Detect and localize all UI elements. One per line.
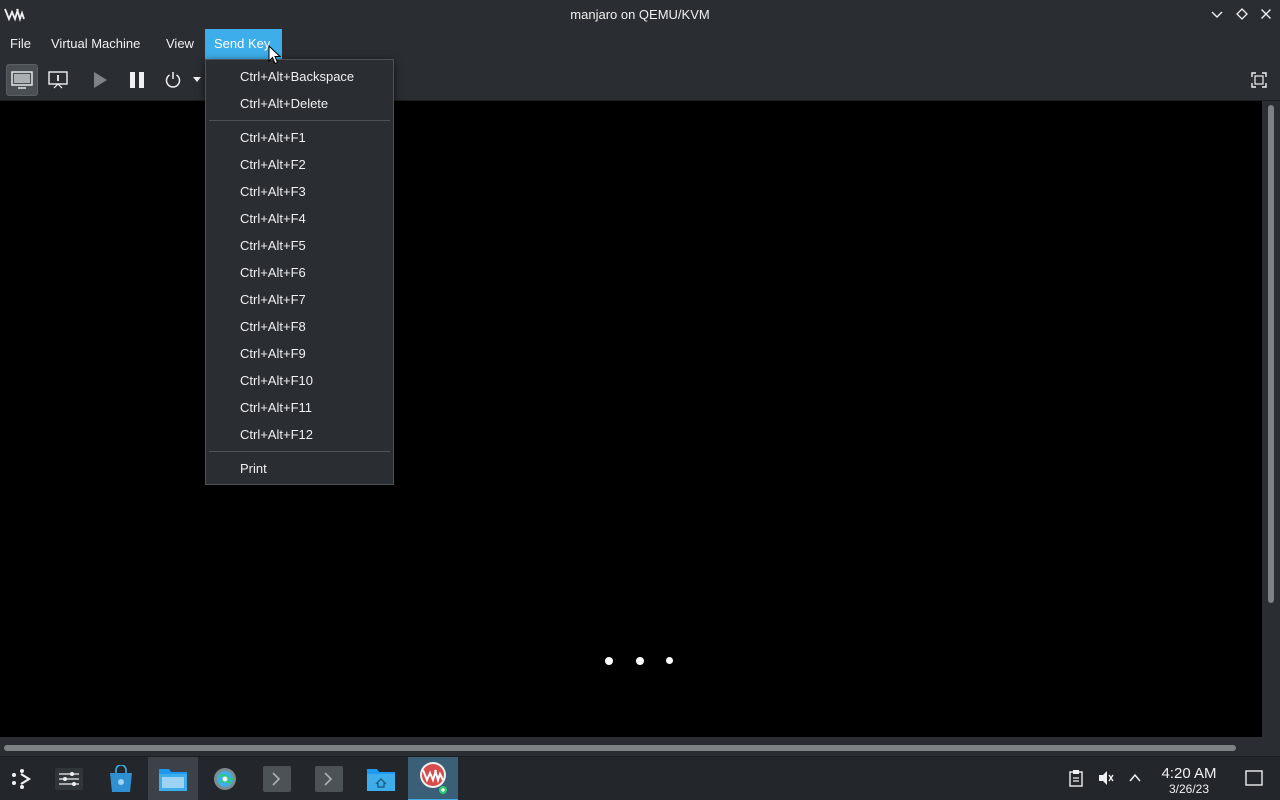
taskbar-home-folder[interactable] xyxy=(356,757,406,800)
menu-item-ctrl-alt-f3[interactable]: Ctrl+Alt+F3 xyxy=(206,178,393,205)
shutdown-button[interactable] xyxy=(157,64,189,96)
menu-separator xyxy=(209,451,390,452)
system-settings-icon xyxy=(214,768,236,790)
taskbar-terminal-2[interactable] xyxy=(304,757,354,800)
chevron-down-icon xyxy=(1211,11,1223,18)
vm-console-display[interactable] xyxy=(0,101,1262,737)
send-key-menu: Ctrl+Alt+Backspace Ctrl+Alt+Delete Ctrl+… xyxy=(205,59,394,485)
window-title: manjaro on QEMU/KVM xyxy=(570,7,710,22)
mouse-cursor-icon xyxy=(268,45,282,65)
menu-item-ctrl-alt-backspace[interactable]: Ctrl+Alt+Backspace xyxy=(206,63,393,90)
settings-sliders-icon xyxy=(55,768,83,790)
run-button[interactable] xyxy=(84,64,116,96)
menu-view[interactable]: View xyxy=(157,29,203,59)
terminal-icon xyxy=(263,766,291,792)
taskbar-system-settings[interactable] xyxy=(200,757,250,800)
app-launcher-button[interactable] xyxy=(0,757,44,800)
menu-item-ctrl-alt-delete[interactable]: Ctrl+Alt+Delete xyxy=(206,90,393,117)
menu-item-ctrl-alt-f11[interactable]: Ctrl+Alt+F11 xyxy=(206,394,393,421)
menu-virtual-machine[interactable]: Virtual Machine xyxy=(42,29,149,59)
show-desktop-icon[interactable] xyxy=(1245,769,1263,787)
show-console-button[interactable] xyxy=(6,64,38,96)
pause-button[interactable] xyxy=(121,64,153,96)
menu-item-ctrl-alt-f7[interactable]: Ctrl+Alt+F7 xyxy=(206,286,393,313)
home-folder-icon xyxy=(367,769,395,791)
menu-item-ctrl-alt-f6[interactable]: Ctrl+Alt+F6 xyxy=(206,259,393,286)
minimize-button[interactable] xyxy=(1208,5,1226,23)
taskbar-virt-manager[interactable] xyxy=(408,757,458,800)
virt-manager-icon xyxy=(420,762,447,794)
vertical-scrollbar[interactable] xyxy=(1262,101,1280,737)
taskbar-software-store[interactable] xyxy=(96,757,146,800)
shutdown-dropdown-button[interactable] xyxy=(190,64,204,96)
fullscreen-icon xyxy=(1251,72,1267,88)
app-launcher-icon xyxy=(12,769,32,789)
menu-item-ctrl-alt-f5[interactable]: Ctrl+Alt+F5 xyxy=(206,232,393,259)
menu-separator xyxy=(209,120,390,121)
diamond-icon xyxy=(1236,8,1248,20)
clipboard-icon[interactable] xyxy=(1067,769,1085,787)
taskbar-file-manager[interactable] xyxy=(148,757,198,800)
file-manager-icon xyxy=(159,769,187,791)
console-icon xyxy=(11,71,33,89)
taskbar: 4:20 AM 3/26/23 xyxy=(0,756,1280,800)
store-icon xyxy=(110,765,132,792)
close-button[interactable] xyxy=(1257,5,1275,23)
vertical-scrollbar-handle[interactable] xyxy=(1268,105,1274,603)
power-dropdown-icon xyxy=(193,77,201,82)
show-details-button[interactable] xyxy=(42,64,74,96)
loading-dot xyxy=(605,657,613,665)
volume-muted-icon[interactable] xyxy=(1097,769,1115,787)
details-icon xyxy=(48,71,68,89)
menu-bar: File Virtual Machine View Send Key xyxy=(0,29,1280,59)
terminal-icon xyxy=(315,766,343,792)
maximize-button[interactable] xyxy=(1233,5,1251,23)
close-icon xyxy=(1261,9,1271,19)
menu-item-ctrl-alt-f12[interactable]: Ctrl+Alt+F12 xyxy=(206,421,393,448)
menu-item-ctrl-alt-f2[interactable]: Ctrl+Alt+F2 xyxy=(206,151,393,178)
fullscreen-button[interactable] xyxy=(1243,64,1275,96)
horizontal-scrollbar[interactable] xyxy=(0,737,1280,756)
taskbar-settings-sliders[interactable] xyxy=(44,757,94,800)
taskbar-terminal-1[interactable] xyxy=(252,757,302,800)
menu-item-ctrl-alt-f1[interactable]: Ctrl+Alt+F1 xyxy=(206,124,393,151)
loading-dot xyxy=(636,657,644,665)
clock-date[interactable]: 3/26/23 xyxy=(1150,782,1228,796)
menu-file[interactable]: File xyxy=(1,29,40,59)
chevron-up-icon[interactable] xyxy=(1126,769,1144,787)
toolbar xyxy=(0,59,1280,101)
menu-item-print[interactable]: Print xyxy=(206,455,393,482)
menu-item-ctrl-alt-f10[interactable]: Ctrl+Alt+F10 xyxy=(206,367,393,394)
power-icon xyxy=(165,72,181,88)
menu-item-ctrl-alt-f4[interactable]: Ctrl+Alt+F4 xyxy=(206,205,393,232)
pause-icon xyxy=(130,72,144,88)
run-icon xyxy=(94,72,107,88)
menu-item-ctrl-alt-f8[interactable]: Ctrl+Alt+F8 xyxy=(206,313,393,340)
horizontal-scrollbar-handle[interactable] xyxy=(4,745,1236,751)
clock-time[interactable]: 4:20 AM xyxy=(1150,765,1228,782)
loading-dot xyxy=(666,657,673,664)
menu-item-ctrl-alt-f9[interactable]: Ctrl+Alt+F9 xyxy=(206,340,393,367)
title-bar: manjaro on QEMU/KVM xyxy=(0,0,1280,29)
